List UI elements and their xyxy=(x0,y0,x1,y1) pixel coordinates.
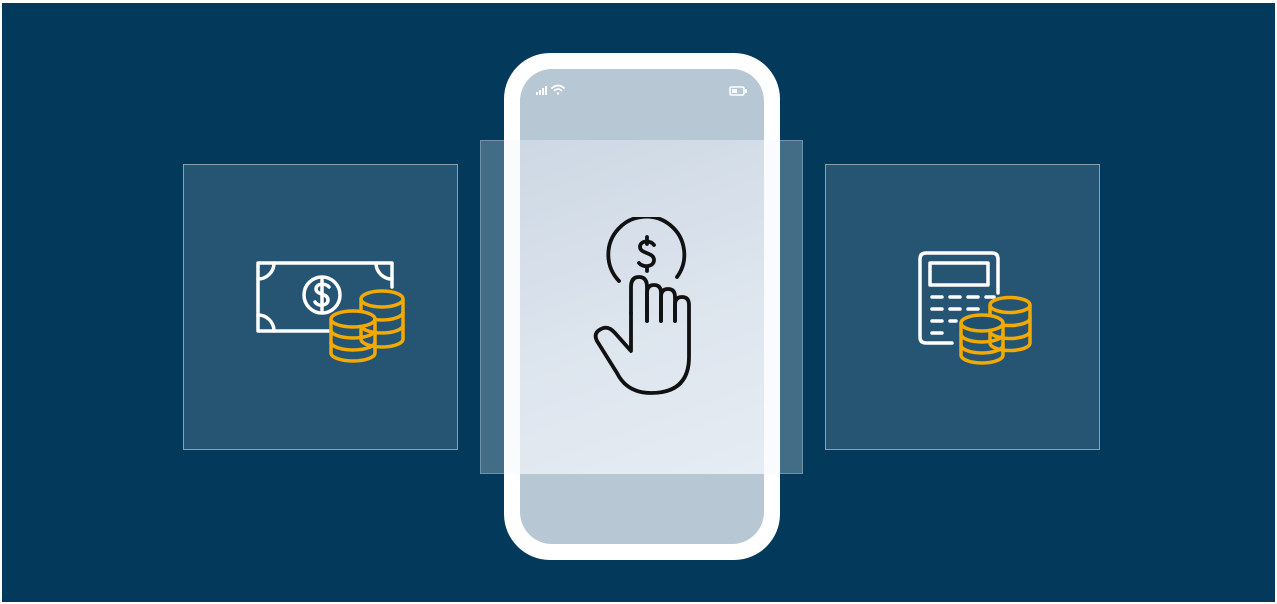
left-card xyxy=(183,164,458,450)
status-bar xyxy=(536,84,747,96)
battery-icon xyxy=(729,86,747,96)
wifi-icon xyxy=(551,84,565,95)
illustration xyxy=(2,3,1275,602)
right-card xyxy=(825,164,1100,450)
banknote-with-coins-icon xyxy=(256,261,405,363)
signal-icon xyxy=(536,86,547,95)
calculator-with-coins-icon xyxy=(918,251,1032,365)
hand-tap-dollar-coin-icon xyxy=(593,217,691,395)
